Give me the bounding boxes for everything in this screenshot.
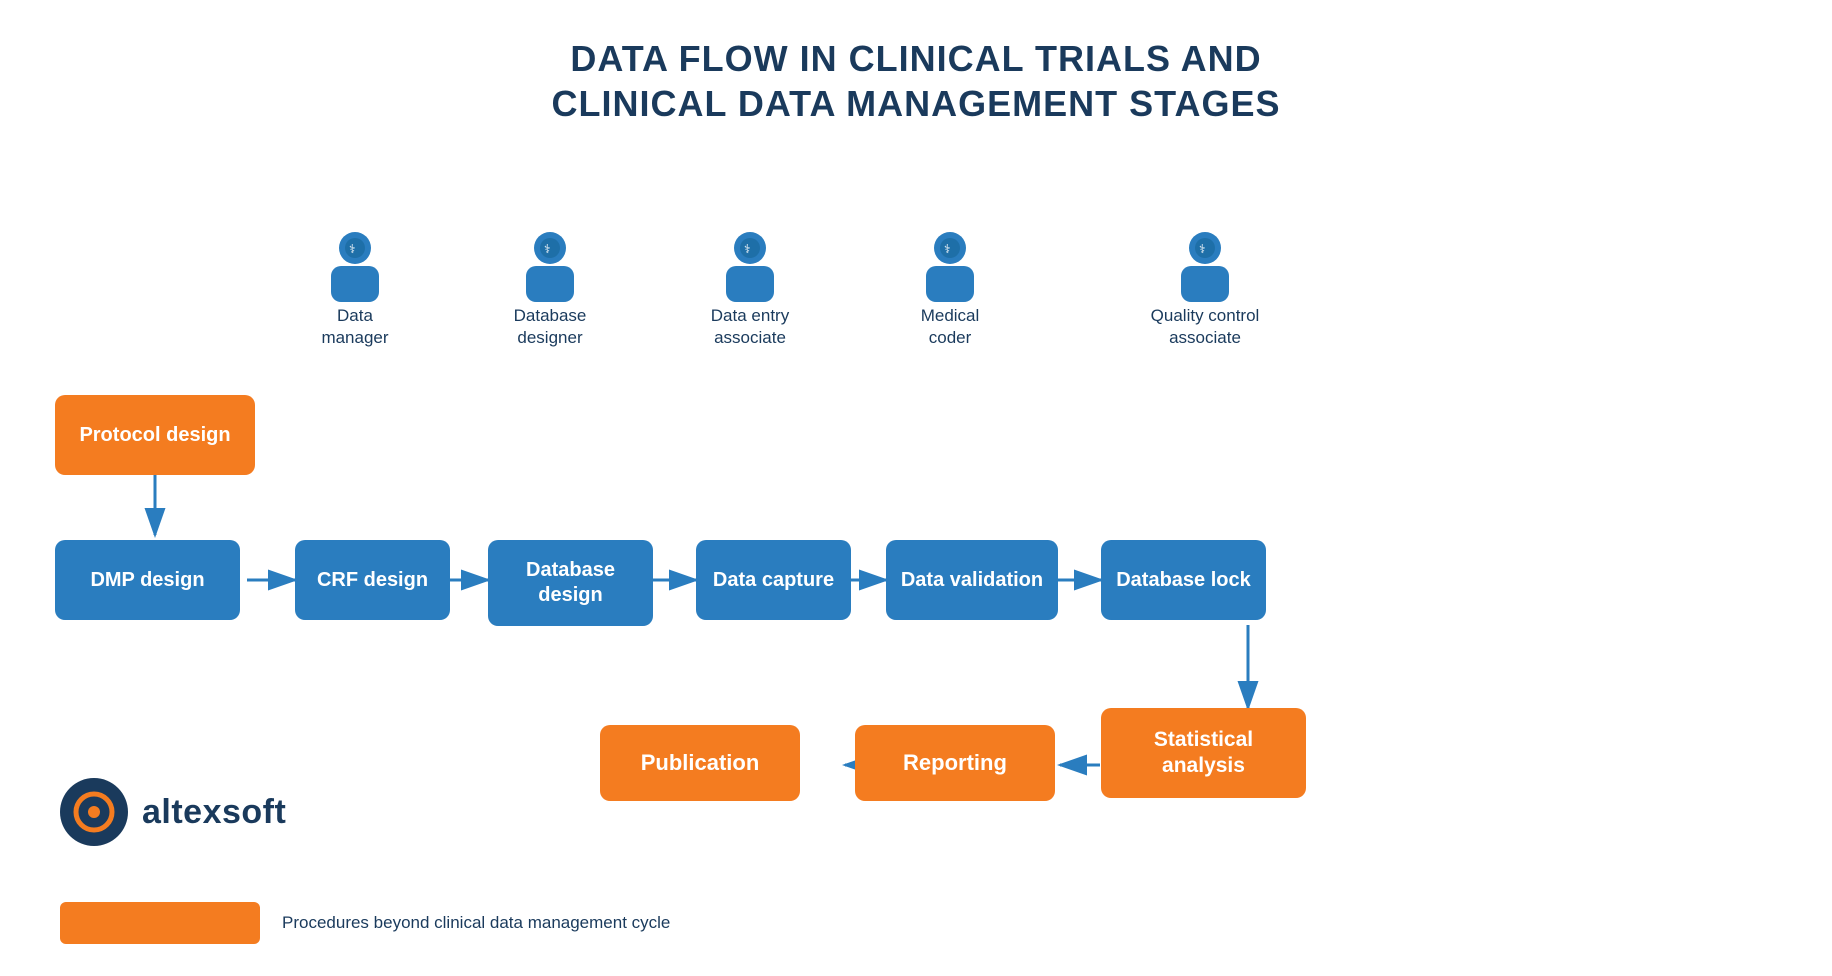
person-database-designer: ⚕ Databasedesigner [455, 230, 645, 349]
person-icon-data-manager: ⚕ [323, 230, 388, 305]
page-title: DATA FLOW IN CLINICAL TRIALS AND CLINICA… [0, 0, 1832, 136]
svg-text:⚕: ⚕ [1199, 242, 1206, 256]
logo-svg [72, 790, 116, 834]
legend-label: Procedures beyond clinical data manageme… [282, 913, 670, 933]
person-icon-database-designer: ⚕ [518, 230, 583, 305]
svg-text:⚕: ⚕ [349, 242, 356, 256]
publication-box: Publication [600, 725, 800, 801]
reporting-box: Reporting [855, 725, 1055, 801]
person-label-medical-coder: Medicalcoder [921, 305, 980, 349]
crf-design-box: CRF design [295, 540, 450, 620]
title-line1: DATA FLOW IN CLINICAL TRIALS AND CLINICA… [0, 36, 1832, 126]
dmp-design-box: DMP design [55, 540, 240, 620]
svg-text:⚕: ⚕ [744, 242, 751, 256]
person-quality-control: ⚕ Quality controlassociate [1095, 230, 1315, 349]
person-label-database-designer: Databasedesigner [514, 305, 587, 349]
person-icon-medical-coder: ⚕ [918, 230, 983, 305]
person-icon-quality-control: ⚕ [1173, 230, 1238, 305]
database-lock-box: Database lock [1101, 540, 1266, 620]
statistical-analysis-box: Statistical analysis [1101, 708, 1306, 798]
person-label-data-manager: Datamanager [321, 305, 388, 349]
logo-area: altexsoft [60, 778, 286, 846]
person-icon-data-entry: ⚕ [718, 230, 783, 305]
protocol-design-box: Protocol design [55, 395, 255, 475]
person-label-quality-control: Quality controlassociate [1151, 305, 1260, 349]
svg-text:⚕: ⚕ [944, 242, 951, 256]
main-container: DATA FLOW IN CLINICAL TRIALS AND CLINICA… [0, 0, 1832, 976]
logo-icon [60, 778, 128, 846]
person-label-data-entry: Data entryassociate [711, 305, 789, 349]
person-data-manager: ⚕ Datamanager [260, 230, 450, 349]
database-design-box: Database design [488, 540, 653, 626]
svg-text:⚕: ⚕ [544, 242, 551, 256]
legend: Procedures beyond clinical data manageme… [60, 902, 670, 944]
person-medical-coder: ⚕ Medicalcoder [855, 230, 1045, 349]
data-validation-box: Data validation [886, 540, 1058, 620]
data-capture-box: Data capture [696, 540, 851, 620]
logo-text: altexsoft [142, 793, 286, 832]
legend-color-box [60, 902, 260, 944]
person-data-entry: ⚕ Data entryassociate [655, 230, 845, 349]
